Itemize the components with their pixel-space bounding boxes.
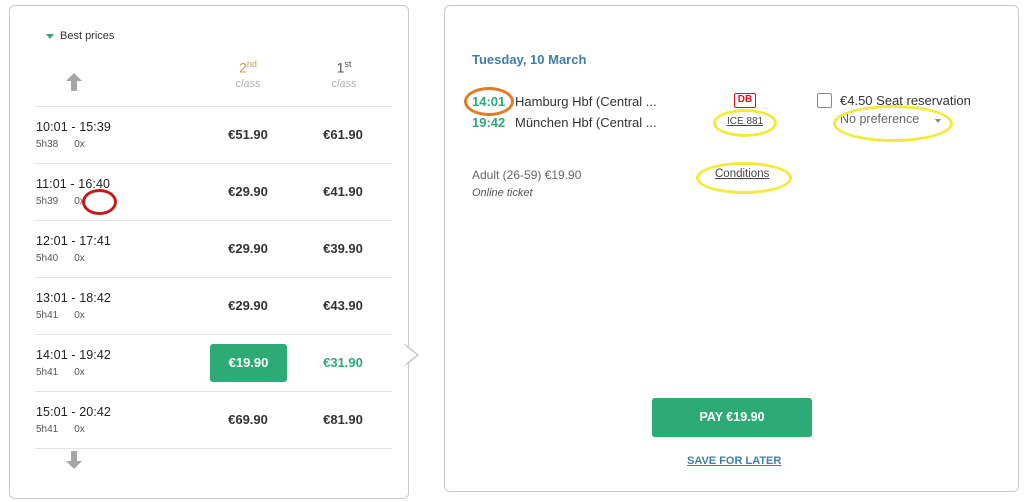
first-class-price[interactable]: €81.90 bbox=[303, 412, 383, 427]
best-prices-label: Best prices bbox=[60, 30, 115, 42]
arrival-station: München Hbf (Central ... bbox=[515, 115, 657, 130]
first-class-price[interactable]: €39.90 bbox=[303, 241, 383, 256]
second-class-suffix: nd bbox=[246, 59, 257, 69]
save-for-later-link[interactable]: SAVE FOR LATER bbox=[687, 455, 781, 467]
seat-reservation-checkbox[interactable] bbox=[817, 93, 832, 108]
connection-meta: 5h41 0x bbox=[36, 310, 85, 321]
first-class-price[interactable]: €31.90 bbox=[303, 355, 383, 370]
connection-times: 13:01 - 18:42 bbox=[36, 291, 111, 305]
connection-times: 10:01 - 15:39 bbox=[36, 120, 111, 134]
pay-button[interactable]: PAY €19.90 bbox=[652, 398, 812, 437]
ticket-type: Online ticket bbox=[472, 187, 533, 199]
connection-meta: 5h40 0x bbox=[36, 253, 85, 264]
connection-duration: 5h41 bbox=[36, 367, 59, 378]
connection-duration: 5h40 bbox=[36, 253, 59, 264]
panel-pointer-icon bbox=[404, 344, 420, 366]
second-class-price[interactable]: €29.90 bbox=[208, 298, 288, 313]
arrival-time: 19:42 bbox=[472, 115, 506, 130]
connection-changes: 0x bbox=[74, 310, 85, 321]
connection-row-selected[interactable]: 14:01 - 19:42 5h41 0x €19.90 €31.90 bbox=[35, 335, 392, 392]
connection-row[interactable]: 10:01 - 15:39 5h38 0x €51.90 €61.90 bbox=[35, 107, 392, 164]
timetable-panel: Best prices 2nd class 1st class 10:01 - … bbox=[9, 5, 409, 499]
first-class-label: class bbox=[331, 77, 357, 90]
connection-list: 10:01 - 15:39 5h38 0x €51.90 €61.90 11:01… bbox=[35, 106, 392, 449]
connection-row[interactable]: 15:01 - 20:42 5h41 0x €69.90 €81.90 bbox=[35, 392, 392, 449]
connection-duration: 5h39 bbox=[36, 196, 59, 207]
second-class-price[interactable]: €69.90 bbox=[208, 412, 288, 427]
second-class-label: class bbox=[235, 77, 261, 90]
connection-times: 15:01 - 20:42 bbox=[36, 405, 111, 419]
best-prices-toggle[interactable]: Best prices bbox=[46, 30, 114, 42]
second-class-price[interactable]: €29.90 bbox=[208, 184, 288, 199]
first-class-header: 1st class bbox=[314, 59, 374, 90]
connection-changes: 0x bbox=[74, 139, 85, 150]
connection-duration: 5h38 bbox=[36, 139, 59, 150]
connection-meta: 5h38 0x bbox=[36, 139, 85, 150]
connection-times: 14:01 - 19:42 bbox=[36, 348, 111, 362]
departure-station: Hamburg Hbf (Central ... bbox=[515, 94, 657, 109]
arrow-up-icon[interactable] bbox=[66, 73, 82, 91]
connection-meta: 5h39 0x bbox=[36, 196, 85, 207]
connection-meta: 5h41 0x bbox=[36, 367, 85, 378]
caret-down-icon bbox=[46, 33, 54, 39]
connection-changes: 0x bbox=[74, 424, 85, 435]
first-class-suffix: st bbox=[344, 59, 352, 69]
connection-duration: 5h41 bbox=[36, 310, 59, 321]
second-class-number: 2 bbox=[239, 59, 247, 76]
connection-duration: 5h41 bbox=[36, 424, 59, 435]
annotation-circle-yellow bbox=[833, 105, 953, 142]
annotation-circle-yellow bbox=[713, 109, 777, 137]
booking-panel: Tuesday, 10 March 14:01 Hamburg Hbf (Cen… bbox=[444, 5, 1019, 492]
second-class-price[interactable]: €29.90 bbox=[208, 241, 288, 256]
arrow-down-icon[interactable] bbox=[66, 451, 82, 469]
connection-row[interactable]: 13:01 - 18:42 5h41 0x €29.90 €43.90 bbox=[35, 278, 392, 335]
first-class-price[interactable]: €61.90 bbox=[303, 127, 383, 142]
connection-row[interactable]: 12:01 - 17:41 5h40 0x €29.90 €39.90 bbox=[35, 221, 392, 278]
second-class-header: 2nd class bbox=[218, 59, 278, 90]
selected-second-class-price[interactable]: €19.90 bbox=[210, 344, 287, 382]
first-class-price[interactable]: €43.90 bbox=[303, 298, 383, 313]
connection-changes: 0x bbox=[74, 253, 85, 264]
connection-times: 12:01 - 17:41 bbox=[36, 234, 111, 248]
first-class-price[interactable]: €41.90 bbox=[303, 184, 383, 199]
connection-meta: 5h41 0x bbox=[36, 424, 85, 435]
annotation-circle-red bbox=[82, 189, 117, 215]
annotation-circle-orange bbox=[464, 87, 514, 116]
second-class-price[interactable]: €51.90 bbox=[208, 127, 288, 142]
db-logo: DB bbox=[734, 93, 756, 108]
annotation-circle-yellow bbox=[696, 162, 792, 194]
fare-description: Adult (26-59) €19.90 bbox=[472, 168, 582, 182]
connection-changes: 0x bbox=[74, 367, 85, 378]
travel-date: Tuesday, 10 March bbox=[472, 52, 587, 67]
